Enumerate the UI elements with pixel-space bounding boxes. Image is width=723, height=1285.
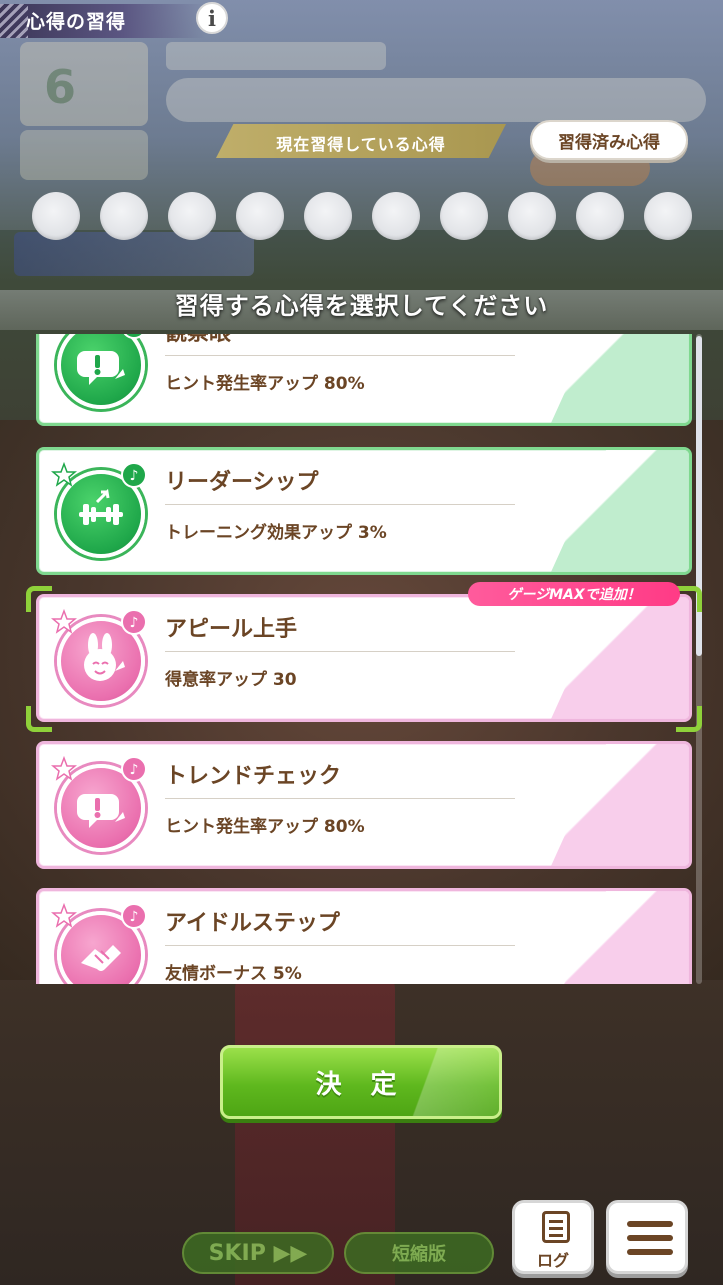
card-divider — [165, 798, 515, 799]
decide-button[interactable]: 決 定 — [220, 1045, 502, 1119]
empty-slot — [32, 192, 80, 240]
skill-icon-frame: ♪ — [51, 903, 147, 984]
page-title: 心得の習得 — [26, 11, 127, 33]
card-decoration — [551, 597, 689, 719]
hint-exclamation-icon — [57, 334, 145, 409]
learned-slots — [32, 192, 692, 242]
menu-icon — [627, 1221, 673, 1259]
empty-slot — [168, 192, 216, 240]
hud-stat-panel — [20, 130, 148, 180]
skill-card-trend-check[interactable]: ♪ トレンドチェック ヒント発生率アップ 80% — [36, 741, 692, 869]
menu-button[interactable] — [606, 1200, 688, 1274]
music-note-icon: ♪ — [121, 903, 147, 929]
empty-slot — [236, 192, 284, 240]
music-note-icon: ♪ — [123, 334, 145, 339]
skill-list[interactable]: ♪ 観察眼 ヒント発生率アップ 80% ♪ リーダーシップ トレーニング効果アッ… — [28, 334, 704, 984]
skill-icon-frame: ♪ — [51, 334, 147, 413]
svg-text:♪: ♪ — [130, 334, 139, 335]
skill-card-kansatsugan[interactable]: ♪ 観察眼 ヒント発生率アップ 80% — [36, 334, 692, 426]
empty-slot — [576, 192, 624, 240]
short-version-button[interactable]: 短縮版 — [344, 1232, 494, 1274]
selection-corner — [26, 586, 52, 612]
log-button[interactable]: ログ — [512, 1200, 594, 1274]
log-label: ログ — [536, 1251, 569, 1270]
title-stripes — [0, 4, 28, 38]
empty-slot — [440, 192, 488, 240]
card-decoration — [551, 891, 689, 984]
hud-turn-panel: 6 — [20, 42, 148, 126]
empty-slot — [508, 192, 556, 240]
music-note-icon: ♪ — [121, 462, 147, 488]
current-learned-label: 現在習得している心得 — [276, 135, 446, 154]
skill-name: リーダーシップ — [165, 470, 319, 495]
empty-slot — [644, 192, 692, 240]
skill-card-appeal-jouzu[interactable]: ♪ アピール上手 得意率アップ 30 — [36, 594, 692, 722]
skill-name: アピール上手 — [165, 617, 298, 642]
card-decoration — [551, 744, 689, 866]
skill-effect: ヒント発生率アップ 80% — [165, 374, 365, 394]
skill-card-idol-step[interactable]: ♪ アイドルステップ 友情ボーナス 5% — [36, 888, 692, 984]
music-note-icon: ♪ — [121, 756, 147, 782]
skill-effect: 友情ボーナス 5% — [165, 964, 302, 984]
selection-corner — [676, 706, 702, 732]
svg-text:♪: ♪ — [130, 615, 139, 631]
skill-icon-frame: ♪ — [51, 609, 147, 709]
info-icon[interactable]: i — [196, 2, 228, 34]
hud-race-panel — [166, 78, 706, 122]
selection-corner — [676, 586, 702, 612]
skill-name: アイドルステップ — [165, 911, 340, 936]
instruction-text: 習得する心得を選択してください — [174, 292, 549, 320]
gauge-max-tag: ゲージMAXで追加！ — [468, 582, 680, 606]
log-icon — [542, 1211, 570, 1243]
card-divider — [165, 945, 515, 946]
decide-label: 決 定 — [315, 1069, 407, 1100]
music-note-icon: ♪ — [121, 609, 147, 635]
empty-slot — [304, 192, 352, 240]
skill-icon-frame: ♪ — [51, 756, 147, 856]
star-icon — [51, 903, 77, 928]
empty-slot — [372, 192, 420, 240]
skill-icon-frame: ♪ — [51, 462, 147, 562]
learned-skills-button[interactable]: 習得済み心得 — [530, 120, 688, 160]
skill-name: 観察眼 — [165, 334, 231, 347]
card-divider — [165, 504, 515, 505]
card-divider — [165, 651, 515, 652]
empty-slot — [100, 192, 148, 240]
selection-corner — [26, 706, 52, 732]
star-icon — [51, 609, 77, 634]
card-divider — [165, 355, 515, 356]
card-decoration — [551, 334, 689, 423]
svg-text:♪: ♪ — [130, 909, 139, 925]
hud-turn-number: 6 — [44, 60, 77, 114]
skip-button[interactable]: SKIP ▶▶ — [182, 1232, 334, 1274]
skill-effect: 得意率アップ 30 — [165, 670, 297, 690]
star-icon — [51, 462, 77, 487]
svg-text:♪: ♪ — [130, 762, 139, 778]
skill-effect: トレーニング効果アップ 3% — [165, 523, 387, 543]
card-decoration — [551, 450, 689, 572]
svg-text:♪: ♪ — [130, 468, 139, 484]
star-icon — [51, 756, 77, 781]
hud-grade-panel — [166, 42, 386, 70]
skill-name: トレンドチェック — [165, 764, 342, 789]
skill-card-leadership[interactable]: ♪ リーダーシップ トレーニング効果アップ 3% — [36, 447, 692, 575]
skill-effect: ヒント発生率アップ 80% — [165, 817, 365, 837]
